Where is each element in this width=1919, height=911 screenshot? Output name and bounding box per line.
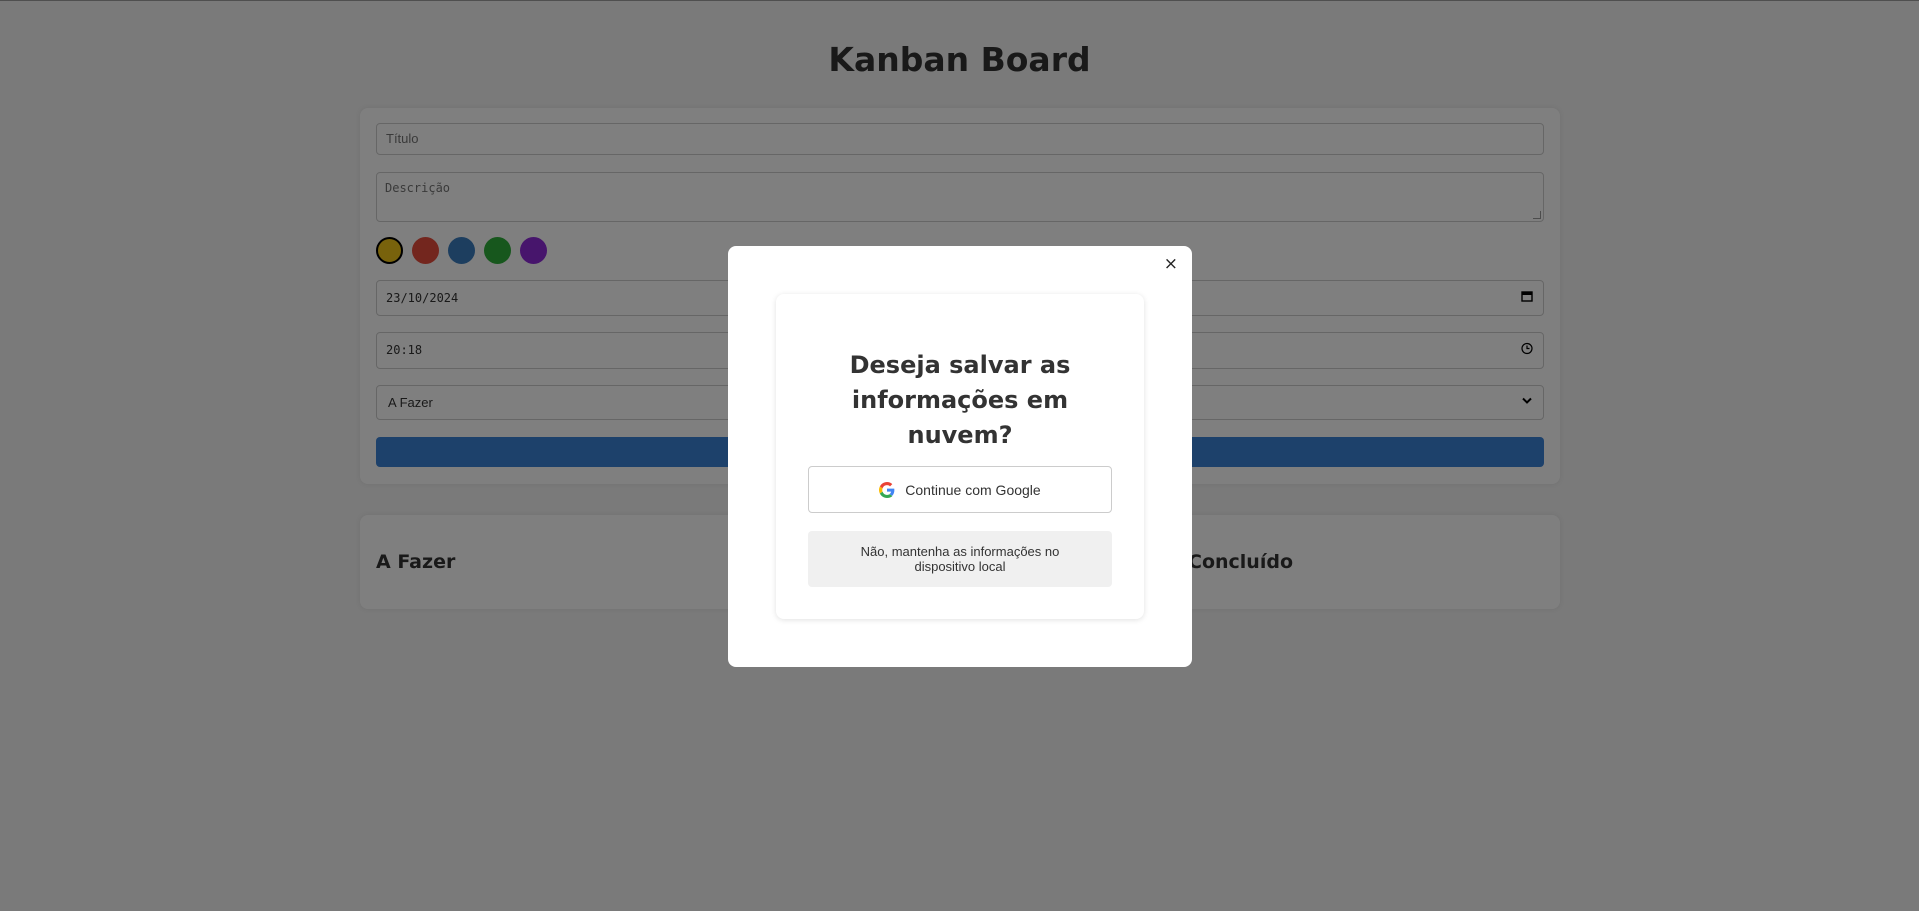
keep-local-button[interactable]: Não, mantenha as informações no disposit… bbox=[808, 531, 1112, 587]
modal-question: Deseja salvar as informações em nuvem? bbox=[849, 351, 1071, 449]
close-icon[interactable]: × bbox=[1164, 254, 1178, 274]
google-icon bbox=[879, 481, 895, 498]
google-button-label: Continue com Google bbox=[905, 481, 1041, 498]
google-signin-button[interactable]: Continue com Google bbox=[808, 466, 1112, 513]
cloud-save-modal: × Deseja salvar as informações em nuvem?… bbox=[728, 246, 1192, 667]
modal-card: Deseja salvar as informações em nuvem? C… bbox=[776, 294, 1144, 619]
overlay-top-border bbox=[0, 0, 1919, 1]
